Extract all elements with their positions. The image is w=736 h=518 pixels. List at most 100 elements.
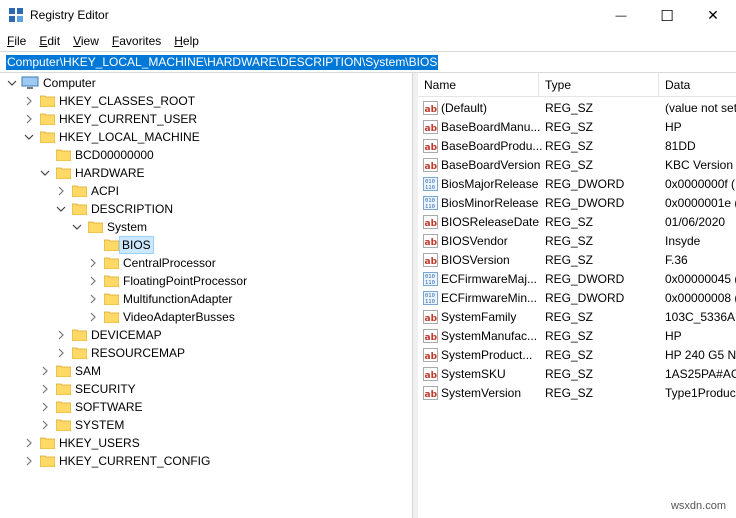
tree-label-description: DESCRIPTION: [91, 202, 174, 216]
value-data: 0x00000008 (: [665, 291, 736, 305]
table-row[interactable]: ab BaseBoardProdu... REG_SZ 81DD: [418, 137, 736, 156]
tree-node-centralprocessor[interactable]: CentralProcessor: [0, 254, 412, 272]
tree-label-centralprocessor: CentralProcessor: [123, 256, 216, 270]
table-row[interactable]: ab BaseBoardManu... REG_SZ HP: [418, 118, 736, 137]
value-name: BiosMinorRelease: [441, 196, 539, 210]
chevron-right-icon[interactable]: [86, 308, 100, 326]
table-row[interactable]: ab BIOSVersion REG_SZ F.36: [418, 251, 736, 270]
menu-file[interactable]: File: [0, 31, 32, 51]
chevron-right-icon[interactable]: [38, 362, 52, 380]
folder-icon: [40, 113, 55, 125]
tree-node-resourcemap[interactable]: RESOURCEMAP: [0, 344, 412, 362]
address-bar[interactable]: Computer\HKEY_LOCAL_MACHINE\HARDWARE\DES…: [0, 51, 736, 73]
value-type: REG_SZ: [545, 120, 594, 134]
svg-text:ab: ab: [425, 257, 438, 267]
close-button[interactable]: ✕: [690, 0, 736, 31]
value-type: REG_SZ: [545, 101, 594, 115]
column-header-data[interactable]: Data: [659, 73, 736, 97]
column-header-name[interactable]: Name: [418, 73, 539, 97]
tree-node-bcd00000000[interactable]: BCD00000000: [0, 146, 412, 164]
tree-label-devicemap: DEVICEMAP: [91, 328, 162, 342]
string-value-icon: ab: [423, 329, 438, 343]
chevron-down-icon[interactable]: [5, 74, 19, 92]
menu-help-label: elp: [182, 34, 199, 48]
binary-value-icon: 010110: [423, 272, 438, 286]
menu-edit-label: dit: [47, 34, 61, 48]
chevron-right-icon[interactable]: [86, 272, 100, 290]
maximize-button[interactable]: ☐: [644, 0, 690, 31]
chevron-right-icon[interactable]: [38, 398, 52, 416]
tree-node-hardware[interactable]: HARDWARE: [0, 164, 412, 182]
column-header-type-label: Type: [545, 78, 572, 92]
tree-node-floatingpointprocessor[interactable]: FloatingPointProcessor: [0, 272, 412, 290]
chevron-right-icon[interactable]: [86, 290, 100, 308]
minimize-button[interactable]: —: [598, 0, 644, 31]
table-row[interactable]: ab SystemVersion REG_SZ Type1Produc: [418, 384, 736, 403]
menu-favorites[interactable]: Favorites: [105, 31, 167, 51]
table-row[interactable]: 010 110 ECFirmwareMaj... REG_DWORD 0x0000004…: [418, 270, 736, 289]
chevron-right-icon[interactable]: [22, 434, 36, 452]
tree-node-description[interactable]: DESCRIPTION: [0, 200, 412, 218]
chevron-down-icon[interactable]: [70, 218, 84, 236]
value-type: REG_DWORD: [545, 196, 625, 210]
svg-text:ab: ab: [425, 390, 438, 400]
chevron-right-icon[interactable]: [22, 92, 36, 110]
svg-text:110: 110: [425, 280, 435, 286]
table-row[interactable]: ab BIOSReleaseDate REG_SZ 01/06/2020: [418, 213, 736, 232]
tree-node-hkey-classes-root[interactable]: HKEY_CLASSES_ROOT: [0, 92, 412, 110]
table-row[interactable]: ab BaseBoardVersion REG_SZ KBC Version 0: [418, 156, 736, 175]
values-list[interactable]: Name Type Data ab (Default) REG_SZ (value n…: [418, 73, 736, 518]
tree-node-hkey-users[interactable]: HKEY_USERS: [0, 434, 412, 452]
chevron-right-icon[interactable]: [22, 110, 36, 128]
tree-node-bios[interactable]: BIOS: [0, 236, 412, 254]
tree-node-sam[interactable]: SAM: [0, 362, 412, 380]
tree-node-computer[interactable]: Computer: [0, 74, 412, 92]
tree-node-system[interactable]: System: [0, 218, 412, 236]
tree-node-acpi[interactable]: ACPI: [0, 182, 412, 200]
chevron-right-icon[interactable]: [54, 326, 68, 344]
value-type: REG_SZ: [545, 158, 594, 172]
title-bar[interactable]: Registry Editor — ☐ ✕: [0, 0, 736, 31]
tree-node-devicemap[interactable]: DEVICEMAP: [0, 326, 412, 344]
tree-node-hkey-current-config[interactable]: HKEY_CURRENT_CONFIG: [0, 452, 412, 470]
chevron-right-icon[interactable]: [38, 380, 52, 398]
chevron-right-icon[interactable]: [54, 182, 68, 200]
table-row[interactable]: ab SystemFamily REG_SZ 103C_5336AN: [418, 308, 736, 327]
table-row[interactable]: 010 110 BiosMajorRelease REG_DWORD 0x0000000…: [418, 175, 736, 194]
value-name: SystemFamily: [441, 310, 517, 324]
address-path[interactable]: Computer\HKEY_LOCAL_MACHINE\HARDWARE\DES…: [6, 55, 439, 70]
value-type: REG_SZ: [545, 329, 594, 343]
tree-node-software[interactable]: SOFTWARE: [0, 398, 412, 416]
table-row[interactable]: ab SystemProduct... REG_SZ HP 240 G5 No: [418, 346, 736, 365]
tree-node-multifunctionadapter[interactable]: MultifunctionAdapter: [0, 290, 412, 308]
chevron-right-icon[interactable]: [38, 416, 52, 434]
chevron-right-icon[interactable]: [54, 344, 68, 362]
menu-help[interactable]: Help: [167, 31, 205, 51]
chevron-down-icon[interactable]: [54, 200, 68, 218]
chevron-down-icon[interactable]: [38, 164, 52, 182]
table-row[interactable]: ab SystemManufac... REG_SZ HP: [418, 327, 736, 346]
value-type: REG_SZ: [545, 139, 594, 153]
column-header-type[interactable]: Type: [539, 73, 659, 97]
value-type: REG_SZ: [545, 310, 594, 324]
value-name: ECFirmwareMin...: [441, 291, 538, 305]
table-row[interactable]: 010 110 ECFirmwareMin... REG_DWORD 0x0000000…: [418, 289, 736, 308]
table-row[interactable]: 010 110 BiosMinorRelease REG_DWORD 0x0000001…: [418, 194, 736, 213]
folder-icon: [56, 383, 71, 395]
tree-node-hkey-local-machine[interactable]: HKEY_LOCAL_MACHINE: [0, 128, 412, 146]
menu-view[interactable]: View: [66, 31, 105, 51]
table-row[interactable]: ab (Default) REG_SZ (value not set): [418, 99, 736, 118]
menu-edit[interactable]: Edit: [32, 31, 66, 51]
tree-node-system-hive[interactable]: SYSTEM: [0, 416, 412, 434]
svg-text:ab: ab: [425, 143, 438, 153]
tree-node-hkey-current-user[interactable]: HKEY_CURRENT_USER: [0, 110, 412, 128]
tree-node-videoadapterbusses[interactable]: VideoAdapterBusses: [0, 308, 412, 326]
table-row[interactable]: ab BIOSVendor REG_SZ Insyde: [418, 232, 736, 251]
key-tree[interactable]: Computer HKEY_CLASSES_ROOT HKEY_CURRENT_…: [0, 73, 413, 518]
chevron-right-icon[interactable]: [86, 254, 100, 272]
chevron-right-icon[interactable]: [22, 452, 36, 470]
minimize-icon: —: [615, 9, 627, 22]
table-row[interactable]: ab SystemSKU REG_SZ 1AS25PA#AC: [418, 365, 736, 384]
chevron-down-icon[interactable]: [22, 128, 36, 146]
tree-node-security[interactable]: SECURITY: [0, 380, 412, 398]
